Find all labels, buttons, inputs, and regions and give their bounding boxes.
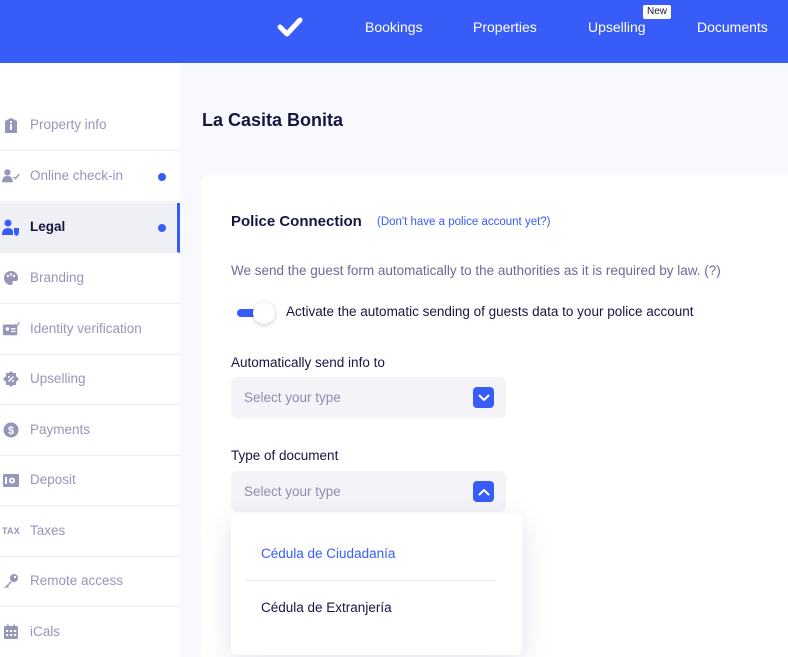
sidebar-item-payments[interactable]: $ Payments [0,406,180,456]
sidebar-item-property-info[interactable]: Property info [0,101,180,151]
dollar-icon: $ [2,421,20,439]
sidebar-item-label: Property info [30,117,107,132]
tax-icon: TAX [2,522,20,540]
sidebar-item-label: Online check-in [30,168,124,183]
chevron-down-icon[interactable] [473,387,494,408]
send-info-label: Automatically send info to [231,355,385,370]
sidebar-item-label: Payments [30,422,91,437]
palette-icon [2,269,20,287]
nav-properties[interactable]: Properties [473,19,537,35]
sidebar-item-deposit[interactable]: Deposit [0,456,180,506]
sidebar-item-label: iCals [30,624,61,639]
calendar-icon [2,623,20,641]
select-placeholder: Select your type [244,484,341,499]
sidebar-item-upselling[interactable]: Upselling [0,355,180,405]
nav-documents[interactable]: Documents [697,19,768,35]
info-icon [2,116,20,134]
send-info-select[interactable]: Select your type [231,377,506,418]
id-card-icon [2,320,20,338]
legal-icon [2,218,20,236]
tax-icon-text: TAX [2,526,20,536]
svg-text:$: $ [8,425,14,437]
sidebar-item-branding[interactable]: Branding [0,254,180,304]
police-account-help-link[interactable]: (Don't have a police account yet?) [377,216,551,228]
sidebar-item-remote-access[interactable]: Remote access [0,557,180,607]
page-title: La Casita Bonita [202,110,344,130]
sidebar-item-taxes[interactable]: TAX Taxes [0,507,180,557]
key-icon [2,572,20,590]
sidebar-item-online-check-in[interactable]: Online check-in [0,152,180,202]
doc-type-dropdown-menu: Cédula de Ciudadanía Cédula de Extranjer… [231,514,522,655]
status-dot [158,173,166,181]
top-navbar: Bookings Properties Upselling New Docume… [0,0,788,63]
section-description: We send the guest form automatically to … [231,263,721,278]
dropdown-option[interactable]: Cédula de Extranjería [261,600,392,615]
option-divider [245,580,495,581]
auto-send-toggle-label: Activate the automatic sending of guests… [286,304,694,319]
sidebar-item-label: Taxes [30,523,66,538]
user-check-icon [2,167,20,185]
sidebar-item-label: Branding [30,270,85,285]
auto-send-toggle[interactable] [233,302,275,324]
sidebar-item-icals[interactable]: iCals [0,608,180,657]
percent-icon [2,370,20,388]
sidebar-item-label: Remote access [30,573,124,588]
nav-bookings[interactable]: Bookings [365,19,423,35]
sidebar-item-label: Legal [30,219,66,234]
toggle-knob [253,302,275,324]
sidebar-item-label: Identity verification [30,321,142,336]
status-dot [158,224,166,232]
select-placeholder: Select your type [244,390,341,405]
checkmark-icon[interactable] [277,14,303,40]
section-title: Police Connection [231,213,362,230]
new-badge: New [643,5,672,19]
doc-type-select[interactable]: Select your type [231,471,506,512]
safe-icon [2,471,20,489]
nav-upselling[interactable]: Upselling [588,19,646,35]
sidebar-item-label: Upselling [30,371,86,386]
doc-type-label: Type of document [231,448,339,463]
sidebar-item-label: Deposit [30,472,76,487]
dropdown-option[interactable]: Cédula de Ciudadanía [261,546,395,561]
sidebar-item-identity-verification[interactable]: Identity verification [0,305,180,355]
sidebar-item-legal[interactable]: Legal [0,203,180,253]
chevron-up-icon[interactable] [473,481,494,502]
sidebar: Property info Online check-in Legal Bran… [0,63,180,657]
